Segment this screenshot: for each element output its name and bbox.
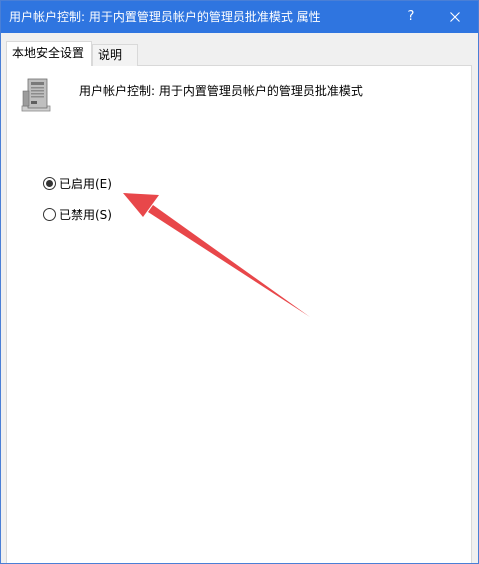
enabled-radio[interactable]: [43, 176, 56, 190]
title-bar[interactable]: 用户帐户控制: 用于内置管理员帐户的管理员批准模式 属性 ?: [1, 1, 478, 33]
disabled-radio[interactable]: [43, 207, 56, 221]
help-icon: ?: [407, 9, 415, 24]
enabled-option[interactable]: 已启用(E): [43, 175, 112, 191]
help-button[interactable]: ?: [388, 1, 434, 33]
close-button[interactable]: [432, 1, 478, 33]
disabled-option[interactable]: 已禁用(S): [43, 206, 112, 222]
server-icon: [21, 78, 51, 112]
tab-panel: [6, 65, 472, 563]
policy-name: 用户帐户控制: 用于内置管理员帐户的管理员批准模式: [79, 84, 363, 98]
tab-label: 说明: [98, 48, 123, 62]
enabled-label: 已启用(E): [59, 176, 112, 191]
tab-local-security-setting[interactable]: 本地安全设置: [6, 41, 92, 66]
disabled-label: 已禁用(S): [59, 207, 112, 222]
close-icon: [450, 12, 460, 22]
tab-label: 本地安全设置: [12, 46, 85, 60]
tab-explain[interactable]: 说明: [92, 44, 138, 66]
properties-dialog: 用户帐户控制: 用于内置管理员帐户的管理员批准模式 属性 ? 本地安全设置 说明…: [0, 0, 479, 564]
window-title: 用户帐户控制: 用于内置管理员帐户的管理员批准模式 属性: [9, 10, 321, 24]
